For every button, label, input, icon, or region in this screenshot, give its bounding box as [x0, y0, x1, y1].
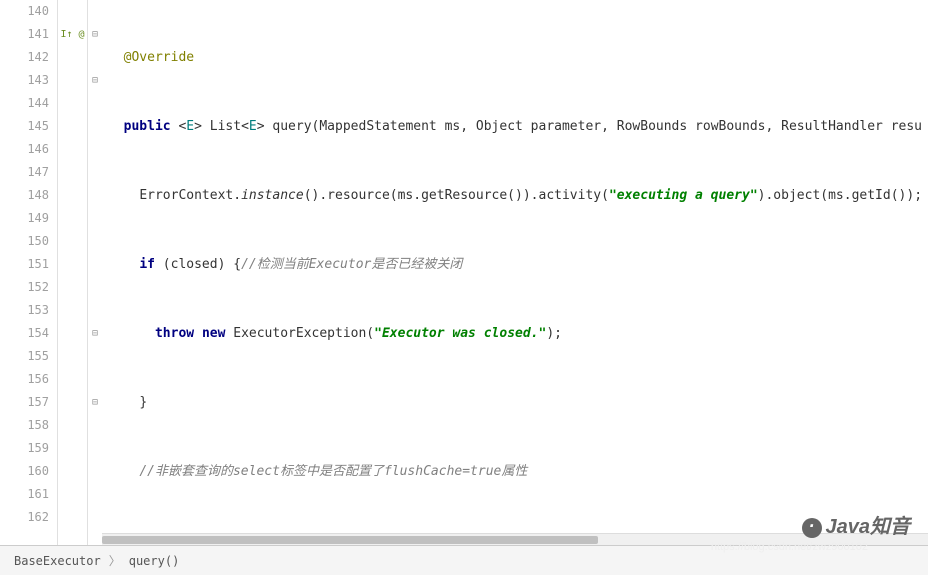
watermark-url: https://blog.csdn.net/zwz900102 — [711, 541, 868, 553]
line-number: 157 — [0, 391, 49, 414]
line-number: 140 — [0, 0, 49, 23]
code-area[interactable]: @Override public <E> List<E> query(Mappe… — [102, 0, 928, 545]
fold-toggle-icon[interactable]: ⊟ — [88, 322, 102, 345]
breadcrumb-method[interactable]: query() — [129, 554, 180, 568]
line-number: 151 — [0, 253, 49, 276]
breadcrumb-class[interactable]: BaseExecutor — [14, 554, 101, 568]
scrollbar-thumb[interactable] — [102, 536, 598, 544]
code-line: if (closed) {//检测当前Executor是否已经被关闭 — [108, 253, 928, 276]
line-number-gutter: 140 141 142 143 144 145 146 147 148 149 … — [0, 0, 58, 545]
line-number: 154 — [0, 322, 49, 345]
line-number: 144 — [0, 92, 49, 115]
fold-toggle-icon[interactable]: ⊟ — [88, 391, 102, 414]
line-number: 158 — [0, 414, 49, 437]
override-gutter-icon[interactable]: I↑ @ — [58, 23, 87, 46]
line-number: 160 — [0, 460, 49, 483]
watermark-logo-icon — [802, 518, 822, 538]
line-number: 142 — [0, 46, 49, 69]
code-line: } — [108, 391, 928, 414]
code-line: //非嵌套查询的select标签中是否配置了flushCache=true属性 — [108, 460, 928, 483]
line-number: 161 — [0, 483, 49, 506]
gutter-icon-column: I↑ @ — [58, 0, 88, 545]
line-number: 143 — [0, 69, 49, 92]
line-number: 155 — [0, 345, 49, 368]
line-number: 153 — [0, 299, 49, 322]
fold-column: ⊟ ⊟ ⊟ ⊟ — [88, 0, 102, 545]
code-line: throw new ExecutorException("Executor wa… — [108, 322, 928, 345]
line-number: 145 — [0, 115, 49, 138]
code-line: @Override — [108, 46, 928, 69]
line-number: 146 — [0, 138, 49, 161]
line-number: 147 — [0, 161, 49, 184]
watermark: Java知音 — [802, 510, 911, 539]
line-number: 149 — [0, 207, 49, 230]
line-number: 156 — [0, 368, 49, 391]
line-number: 162 — [0, 506, 49, 529]
line-number: 152 — [0, 276, 49, 299]
line-number: 150 — [0, 230, 49, 253]
code-line: ErrorContext.instance().resource(ms.getR… — [108, 184, 928, 207]
code-line: public <E> List<E> query(MappedStatement… — [108, 115, 928, 138]
fold-toggle-icon[interactable]: ⊟ — [88, 23, 102, 46]
fold-toggle-icon[interactable]: ⊟ — [88, 69, 102, 92]
line-number: 159 — [0, 437, 49, 460]
breadcrumb-separator-icon: 〉 — [109, 552, 121, 569]
line-number: 141 — [0, 23, 49, 46]
line-number: 148 — [0, 184, 49, 207]
